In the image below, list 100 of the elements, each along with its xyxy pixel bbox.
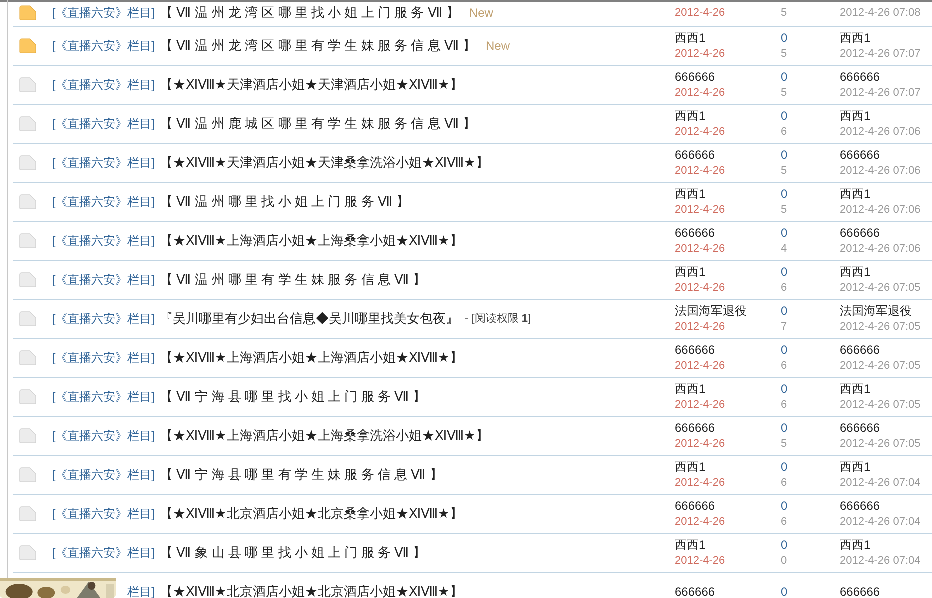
last-poster-link[interactable]: 666666 (840, 69, 932, 85)
author-link[interactable]: 666666 (675, 420, 781, 436)
author-link[interactable]: 666666 (675, 69, 781, 85)
category-link[interactable]: [《直播六安》栏目] (52, 544, 155, 562)
reply-count: 0 (781, 264, 789, 280)
author-link[interactable]: 法国海军退役 (675, 303, 781, 319)
author-link[interactable]: 666666 (675, 584, 781, 598)
last-poster-link[interactable]: 西西1 (840, 30, 932, 46)
last-post-time: 2012-4-26 07:05 (840, 320, 922, 335)
category-link[interactable]: [《直播六安》栏目] (52, 310, 155, 328)
thread-title[interactable]: 【★ⅪⅧ★上海酒店小姐★上海酒店小姐★ⅪⅧ★】 (160, 348, 463, 368)
view-count: 6 (781, 359, 788, 374)
author-link[interactable]: 西西1 (675, 186, 781, 202)
thread-title[interactable]: 『吴川哪里有少妇出台信息◆吴川哪里找美女包夜』 (160, 309, 459, 329)
view-count: 0 (781, 554, 788, 569)
thread-title[interactable]: 【 Ⅶ 温 州 哪 里 找 小 姐 上 门 服 务 Ⅶ 】 (160, 192, 410, 212)
reply-count: 0 (781, 381, 789, 397)
last-post-time: 2012-4-26 07:04 (840, 515, 922, 530)
reply-count: 0 (781, 108, 789, 124)
permission-label: - [阅读权限 1] (465, 312, 532, 327)
category-link[interactable]: [《直播六安》栏目] (52, 76, 155, 94)
last-poster-link[interactable]: 666666 (840, 420, 932, 436)
thread-title[interactable]: 【 Ⅶ 温 州 哪 里 有 学 生 妹 服 务 信 息 Ⅶ 】 (160, 270, 426, 290)
last-post-time: 2012-4-26 07:06 (840, 203, 922, 218)
last-post-time: 2012-4-26 07:06 (840, 164, 922, 179)
category-link[interactable]: [《直播六安》栏目] (52, 427, 155, 445)
thread-title[interactable]: 【 Ⅶ 宁 海 县 哪 里 有 学 生 妹 服 务 信 息 Ⅶ 】 (160, 465, 443, 485)
reply-count: 0 (781, 147, 789, 163)
view-count: 5 (781, 86, 788, 101)
author-link[interactable]: 666666 (675, 225, 781, 241)
category-link[interactable]: [《直播六安》栏目] (52, 193, 155, 211)
thread-title[interactable]: 【★ⅪⅧ★北京酒店小姐★北京酒店小姐★ⅪⅧ★】 (160, 582, 463, 598)
last-poster-link[interactable]: 西西1 (840, 381, 932, 397)
category-link[interactable]: [《直播六安》栏目] (52, 4, 155, 22)
reply-count: 0 (781, 225, 789, 241)
last-post-time: 2012-4-26 07:08 (840, 6, 922, 21)
last-post-time: 2012-4-26 07:05 (840, 437, 922, 452)
last-post-time: 2012-4-26 07:07 (840, 86, 922, 101)
author-link[interactable]: 666666 (675, 147, 781, 163)
category-link[interactable]: [《直播六安》栏目] (52, 115, 155, 133)
category-link[interactable]: [《直播六安》栏目] (52, 349, 155, 367)
last-post-time: 2012-4-26 07:05 (840, 281, 922, 296)
thread-title[interactable]: 【 Ⅶ 温 州 龙 湾 区 哪 里 找 小 姐 上 门 服 务 Ⅶ 】 (160, 3, 460, 23)
post-date: 2012-4-26 (675, 281, 726, 296)
last-poster-link[interactable]: 666666 (840, 225, 932, 241)
reply-count: 0 (781, 498, 789, 514)
last-post-time: 2012-4-26 07:04 (840, 476, 922, 491)
view-count: 7 (781, 320, 788, 335)
thread-title[interactable]: 【 Ⅶ 象 山 县 哪 里 找 小 姐 上 门 服 务 Ⅶ 】 (160, 543, 426, 563)
author-link[interactable]: 西西1 (675, 108, 781, 124)
last-poster-link[interactable]: 666666 (840, 498, 932, 514)
thread-title[interactable]: 【 Ⅶ 温 州 鹿 城 区 哪 里 有 学 生 妹 服 务 信 息 Ⅶ 】 (160, 114, 476, 134)
last-poster-link[interactable]: 西西1 (840, 108, 932, 124)
category-link[interactable]: [《直播六安》栏目] (52, 232, 155, 250)
author-link[interactable]: 666666 (675, 498, 781, 514)
thread-title[interactable]: 【 Ⅶ 宁 海 县 哪 里 找 小 姐 上 门 服 务 Ⅶ 】 (160, 387, 426, 407)
post-date: 2012-4-26 (675, 86, 726, 101)
last-post-time: 2012-4-26 07:05 (840, 398, 922, 413)
last-poster-link[interactable]: 西西1 (840, 537, 932, 553)
last-post-time: 2012-4-26 07:07 (840, 47, 922, 62)
new-label: New (486, 38, 510, 55)
reply-count: 0 (781, 537, 789, 553)
last-poster-link[interactable]: 666666 (840, 584, 932, 598)
author-link[interactable]: 西西1 (675, 459, 781, 475)
author-link[interactable]: 666666 (675, 342, 781, 358)
thread-title[interactable]: 【★ⅪⅧ★上海酒店小姐★上海桑拿洗浴小姐★ⅪⅧ★】 (160, 426, 489, 446)
category-link[interactable]: [《直播六安》栏目] (52, 271, 155, 289)
last-poster-link[interactable]: 西西1 (840, 186, 932, 202)
author-link[interactable]: 西西1 (675, 537, 781, 553)
thread-title[interactable]: 【★ⅪⅧ★上海酒店小姐★上海桑拿小姐★ⅪⅧ★】 (160, 231, 463, 251)
author-link[interactable]: 西西1 (675, 381, 781, 397)
thread-title[interactable]: 【 Ⅶ 温 州 龙 湾 区 哪 里 有 学 生 妹 服 务 信 息 Ⅶ 】 (160, 36, 476, 56)
last-poster-link[interactable]: 666666 (840, 342, 932, 358)
last-post-time: 2012-4-26 07:06 (840, 242, 922, 257)
category-link[interactable]: [《直播六安》栏目] (52, 505, 155, 523)
last-post-time: 2012-4-26 07:04 (840, 554, 922, 569)
view-count: 6 (781, 476, 788, 491)
post-date: 2012-4-26 (675, 6, 726, 21)
last-poster-link[interactable]: 西西1 (840, 264, 932, 280)
post-date: 2012-4-26 (675, 515, 726, 530)
thread-title[interactable]: 【★ⅪⅧ★天津酒店小姐★天津酒店小姐★ⅪⅧ★】 (160, 75, 463, 95)
last-poster-link[interactable]: 西西1 (840, 459, 932, 475)
view-count: 6 (781, 281, 788, 296)
category-link[interactable]: [《直播六安》栏目] (52, 154, 155, 172)
reply-count: 0 (781, 69, 789, 85)
last-post-time: 2012-4-26 07:06 (840, 125, 922, 140)
reply-count: 0 (781, 303, 789, 319)
category-link[interactable]: [《直播六安》栏目] (52, 388, 155, 406)
post-date: 2012-4-26 (675, 398, 726, 413)
category-link[interactable]: [《直播六安》栏目] (52, 37, 155, 55)
author-link[interactable]: 西西1 (675, 264, 781, 280)
author-link[interactable]: 西西1 (675, 30, 781, 46)
post-date: 2012-4-26 (675, 476, 726, 491)
thread-title[interactable]: 【★ⅪⅧ★北京酒店小姐★北京桑拿小姐★ⅪⅧ★】 (160, 504, 463, 524)
last-poster-link[interactable]: 法国海军退役 (840, 303, 932, 319)
last-poster-link[interactable]: 666666 (840, 147, 932, 163)
view-count: 6 (781, 398, 788, 413)
reply-count: 0 (781, 459, 789, 475)
thread-title[interactable]: 【★ⅪⅧ★天津酒店小姐★天津桑拿洗浴小姐★ⅪⅧ★】 (160, 153, 489, 173)
category-link[interactable]: [《直播六安》栏目] (52, 466, 155, 484)
